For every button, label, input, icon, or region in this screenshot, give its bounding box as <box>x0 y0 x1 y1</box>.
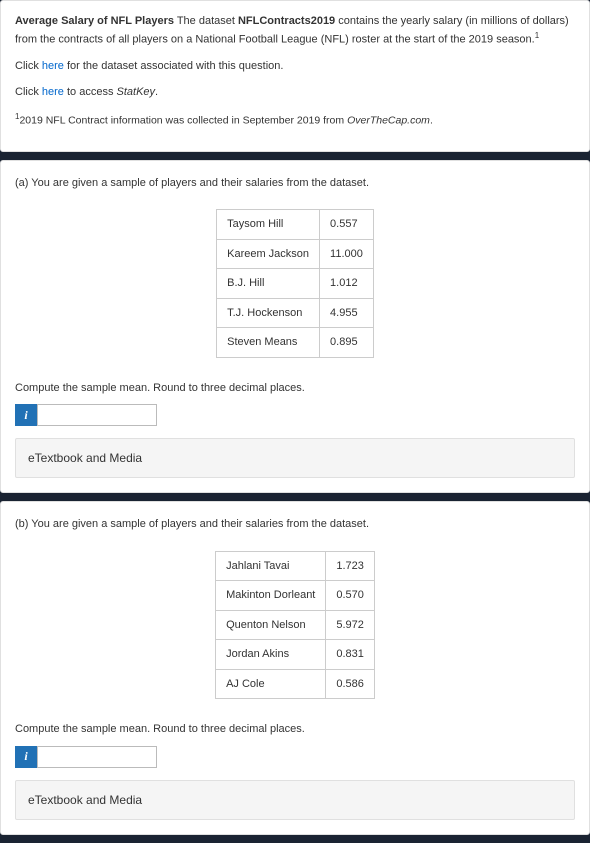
table-row: Steven Means0.895 <box>217 328 374 358</box>
dataset-link-line: Click here for the dataset associated wi… <box>15 58 575 75</box>
part-b-table: Jahlani Tavai1.723 Makinton Dorleant0.57… <box>215 551 375 700</box>
footnote-source: OverTheCap.com <box>347 114 430 126</box>
table-row: Kareem Jackson11.000 <box>217 239 374 269</box>
table-row: Makinton Dorleant0.570 <box>216 581 375 611</box>
info-button[interactable]: i <box>15 404 37 426</box>
dataset-name: NFLContracts2019 <box>238 15 335 27</box>
part-b-input-row: i <box>15 746 575 768</box>
part-a-compute: Compute the sample mean. Round to three … <box>15 380 575 397</box>
table-row: Jahlani Tavai1.723 <box>216 551 375 581</box>
table-row: Taysom Hill0.557 <box>217 210 374 240</box>
part-a-prompt: (a) You are given a sample of players an… <box>15 175 575 192</box>
part-b-prompt: (b) You are given a sample of players an… <box>15 516 575 533</box>
footnote: 12019 NFL Contract information was colle… <box>15 111 575 129</box>
table-row: AJ Cole0.586 <box>216 669 375 699</box>
table-row: Jordan Akins0.831 <box>216 640 375 670</box>
statkey-name: StatKey <box>117 86 156 98</box>
etextbook-button[interactable]: eTextbook and Media <box>15 780 575 820</box>
table-row: B.J. Hill1.012 <box>217 269 374 299</box>
statkey-link-line: Click here to access StatKey. <box>15 84 575 101</box>
table-row: Quenton Nelson5.972 <box>216 610 375 640</box>
intro-card: Average Salary of NFL Players The datase… <box>0 0 590 152</box>
footnote-ref: 1 <box>535 31 539 40</box>
intro-title: Average Salary of NFL Players <box>15 15 174 27</box>
intro-paragraph: Average Salary of NFL Players The datase… <box>15 13 575 48</box>
part-a-answer-input[interactable] <box>37 404 157 426</box>
info-button[interactable]: i <box>15 746 37 768</box>
part-a-input-row: i <box>15 404 575 426</box>
part-b-compute: Compute the sample mean. Round to three … <box>15 721 575 738</box>
table-row: T.J. Hockenson4.955 <box>217 298 374 328</box>
part-b-answer-input[interactable] <box>37 746 157 768</box>
part-a-card: (a) You are given a sample of players an… <box>0 160 590 494</box>
etextbook-button[interactable]: eTextbook and Media <box>15 438 575 478</box>
part-b-card: (b) You are given a sample of players an… <box>0 501 590 835</box>
part-a-table: Taysom Hill0.557 Kareem Jackson11.000 B.… <box>216 209 374 358</box>
dataset-link[interactable]: here <box>42 60 64 72</box>
statkey-link[interactable]: here <box>42 86 64 98</box>
